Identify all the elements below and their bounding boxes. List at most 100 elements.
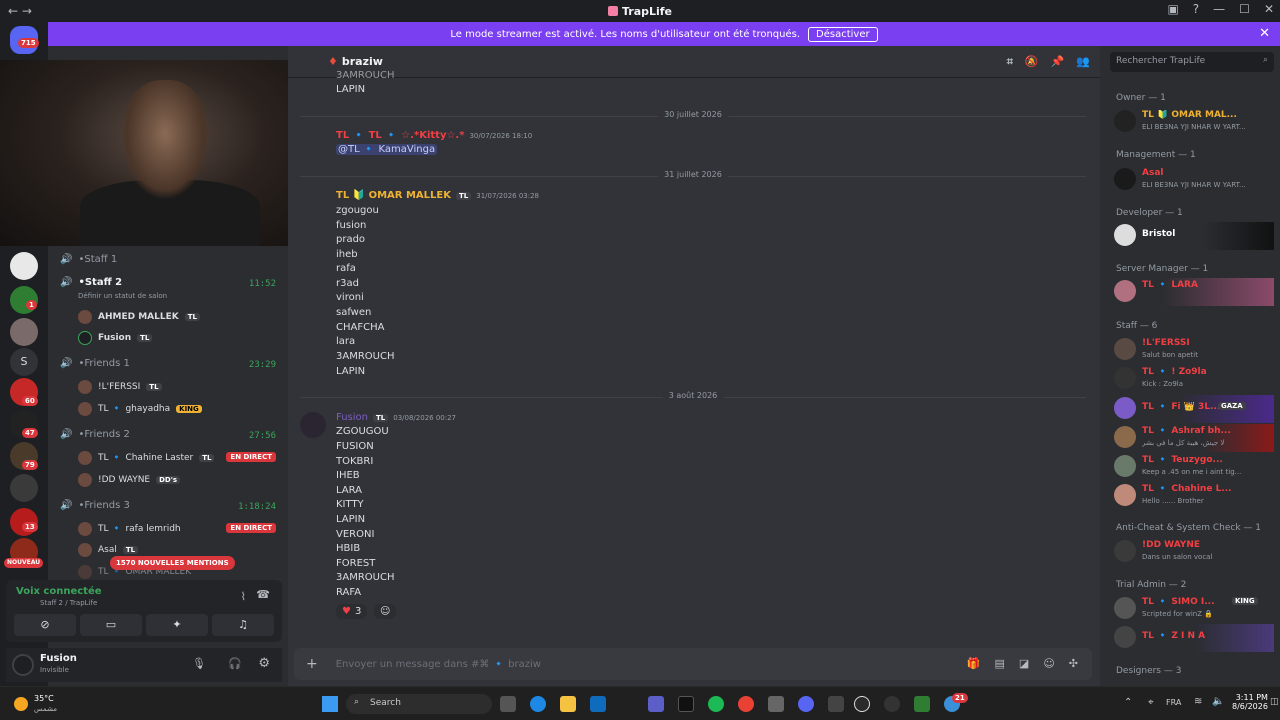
screen-share-button[interactable]: ▭ xyxy=(80,614,142,636)
clock[interactable]: 3:11 PM 8/6/2026 xyxy=(1232,693,1268,711)
tray-chevron-icon[interactable]: ⌃ xyxy=(1124,697,1132,708)
voice-channel-friends3[interactable]: 🔊 • Friends 3 xyxy=(60,500,130,511)
location-icon[interactable]: ⌖ xyxy=(1148,697,1154,708)
pin-icon[interactable]: 📌 xyxy=(1051,55,1065,69)
outlook-icon[interactable] xyxy=(590,696,606,712)
minimize-button[interactable]: — xyxy=(1213,2,1225,16)
member-row[interactable]: TL 🔹 SIMO I... KING Scripted for winZ 🔒 xyxy=(1114,595,1274,623)
task-view-icon[interactable] xyxy=(500,696,516,712)
teams-icon[interactable] xyxy=(648,696,664,712)
channel-label: Staff 2 xyxy=(84,277,123,288)
user-avatar[interactable] xyxy=(12,654,34,676)
voice-channel-staff2[interactable]: 🔊 • Staff 2 xyxy=(60,277,122,288)
camera-button[interactable]: ⊘ xyxy=(14,614,76,636)
app-icon[interactable] xyxy=(828,696,844,712)
server-icon[interactable] xyxy=(10,474,38,502)
voice-channel-friends2[interactable]: 🔊 • Friends 2 xyxy=(60,429,130,440)
taskbar-search[interactable]: ⌕ Search xyxy=(346,694,492,714)
app-icon[interactable] xyxy=(884,696,900,712)
activities-button[interactable]: ✦ xyxy=(146,614,208,636)
soundboard-button[interactable]: ♫ xyxy=(212,614,274,636)
close-banner-icon[interactable]: ✕ xyxy=(1259,26,1270,41)
add-reaction-button[interactable]: ☺ xyxy=(374,604,397,619)
channel-status[interactable]: Définir un statut de salon xyxy=(78,292,167,300)
soundboard-icon: ♫ xyxy=(238,618,248,631)
member-row[interactable]: TL 🔹 Fi 👑 3L... GAZA xyxy=(1114,395,1274,423)
voice-user[interactable]: TL 🔹 rafa lemridh xyxy=(78,522,181,536)
author-name[interactable]: TL 🔹 TL 🔹 ☆.*Kitty☆.* xyxy=(336,130,464,141)
wifi-icon[interactable]: ≋ xyxy=(1194,696,1202,707)
voice-user[interactable]: !L'FERSSI TL xyxy=(78,380,162,394)
voice-user[interactable]: AHMED MALLEK TL xyxy=(78,310,200,324)
member-row[interactable]: TL 🔹 Chahine L... Hello ...... Brother xyxy=(1114,482,1274,510)
nav-arrows[interactable]: ← → xyxy=(8,4,48,18)
voice-user[interactable]: !DD WAYNE DD's xyxy=(78,473,181,487)
app-icon[interactable] xyxy=(914,696,930,712)
disconnect-icon[interactable]: ☎ xyxy=(256,588,270,601)
message-input[interactable]: Envoyer un message dans #⌘ 🔹 braziw xyxy=(336,659,541,670)
member-row[interactable]: TL 🔰 OMAR MAL... ELI BE3NA YJI NHAR W YA… xyxy=(1114,108,1274,136)
user-mention[interactable]: @TL 🔹 KamaVinga xyxy=(336,144,438,155)
voice-channel-friends1[interactable]: 🔊 • Friends 1 xyxy=(60,358,130,369)
help-icon[interactable]: ? xyxy=(1193,2,1199,16)
inbox-icon[interactable]: ▣ xyxy=(1167,2,1178,16)
member-row[interactable]: Asal ELI BE3NA YJI NHAR W YART... xyxy=(1114,166,1274,194)
member-row[interactable]: TL 🔹 LARA xyxy=(1114,278,1274,306)
app-icon[interactable] xyxy=(854,696,870,712)
apps-icon[interactable]: ✣ xyxy=(1069,657,1078,670)
gif-icon[interactable]: ▤ xyxy=(995,657,1005,670)
threads-icon[interactable]: ⌗ xyxy=(1007,55,1013,69)
voice-user[interactable]: Fusion TL xyxy=(78,331,153,345)
member-row[interactable]: !L'FERSSI Salut bon apetit xyxy=(1114,336,1274,364)
gift-icon[interactable]: 🎁 xyxy=(967,657,981,670)
member-name: Asal xyxy=(1142,168,1164,178)
maximize-button[interactable]: ☐ xyxy=(1239,2,1250,16)
emoji-icon[interactable]: ☺ xyxy=(1043,657,1054,670)
author-name[interactable]: TL 🔰 OMAR MALLEK xyxy=(336,190,451,201)
server-icon[interactable] xyxy=(10,318,38,346)
headset-icon[interactable]: 🎧 xyxy=(228,657,242,670)
close-button[interactable]: ✕ xyxy=(1264,2,1274,16)
chrome-icon[interactable] xyxy=(738,696,754,712)
member-row[interactable]: TL 🔹 Z I N A xyxy=(1114,624,1274,652)
noise-suppression-icon[interactable]: ⌇ xyxy=(241,590,246,603)
message-line: KITTY xyxy=(336,499,364,510)
voice-user[interactable]: Asal TL xyxy=(78,543,139,557)
member-row[interactable]: !DD WAYNE Dans un salon vocal xyxy=(1114,538,1274,566)
settings-icon[interactable]: ⚙ xyxy=(258,656,270,671)
edge-icon[interactable] xyxy=(530,696,546,712)
members-icon[interactable]: 👥 xyxy=(1076,55,1090,69)
author-name[interactable]: Fusion xyxy=(336,412,368,423)
terminal-icon[interactable] xyxy=(678,696,694,712)
notification-icon[interactable]: ◫ xyxy=(1270,697,1279,707)
spotify-icon[interactable] xyxy=(708,696,724,712)
voice-location[interactable]: Staff 2 / TrapLife xyxy=(40,599,97,607)
windows-start-icon[interactable] xyxy=(322,696,338,712)
voice-user[interactable]: TL 🔹 Chahine Laster TL xyxy=(78,451,215,465)
member-row[interactable]: TL 🔹 Teuzygo... Keep a .45 on me i aint … xyxy=(1114,453,1274,481)
server-icon-s[interactable]: S xyxy=(10,348,38,376)
mute-icon[interactable]: 🔕 xyxy=(1025,55,1039,69)
voice-channel-staff1[interactable]: 🔊 • Staff 1 xyxy=(60,254,117,265)
member-row[interactable]: TL 🔹 ! Zo9la Kick : Zo9la xyxy=(1114,365,1274,393)
reaction-heart[interactable]: ♥ 3 xyxy=(336,604,368,619)
mic-icon[interactable]: 🎙 xyxy=(192,657,206,670)
discord-icon[interactable] xyxy=(798,696,814,712)
server-search-input[interactable]: Rechercher TrapLife ⌕ xyxy=(1110,52,1274,72)
volume-icon[interactable]: 🔈 xyxy=(1212,696,1224,707)
new-mentions-badge[interactable]: 1570 NOUVELLES MENTIONS xyxy=(110,556,235,570)
weather-icon[interactable] xyxy=(14,697,28,711)
disable-streamer-button[interactable]: Désactiver xyxy=(808,26,878,42)
language-indicator[interactable]: FRA xyxy=(1166,698,1181,707)
message-line: safwen xyxy=(336,307,372,318)
member-row[interactable]: Bristol xyxy=(1114,222,1274,250)
sticker-icon[interactable]: ◪ xyxy=(1019,657,1029,670)
plus-icon[interactable]: + xyxy=(306,656,318,672)
member-row[interactable]: TL 🔹 Ashraf bh... لا جيش، هيبة كل ما في … xyxy=(1114,424,1274,452)
server-icon-traplife[interactable] xyxy=(10,252,38,280)
voice-user[interactable]: TL 🔹 ghayadha KING xyxy=(78,402,202,416)
author-avatar[interactable] xyxy=(300,412,326,438)
message-composer[interactable]: + Envoyer un message dans #⌘ 🔹 braziw 🎁 … xyxy=(294,648,1092,680)
calculator-icon[interactable] xyxy=(768,696,784,712)
file-explorer-icon[interactable] xyxy=(560,696,576,712)
